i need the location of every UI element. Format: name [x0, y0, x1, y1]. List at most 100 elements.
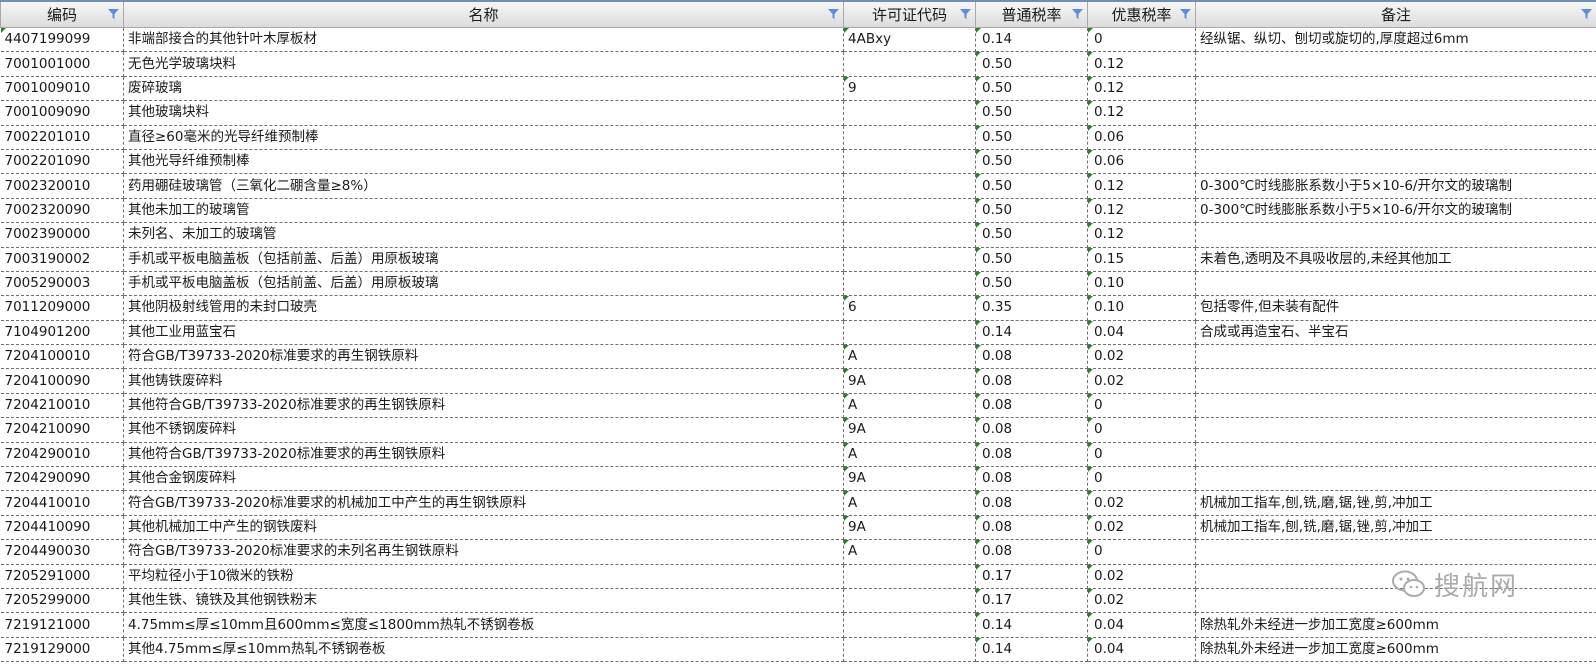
table-cell[interactable]: 9A	[843, 515, 976, 541]
table-cell[interactable]: 0-300℃时线膨胀系数小于5×10-6/开尔文的玻璃制	[1195, 198, 1596, 224]
table-cell[interactable]: 0.08	[975, 368, 1088, 394]
table-cell[interactable]: 0.02	[1087, 368, 1196, 394]
table-cell[interactable]: 其他未加工的玻璃管	[123, 198, 844, 224]
table-cell[interactable]	[1195, 149, 1596, 175]
table-cell[interactable]: 7104901200	[0, 320, 124, 346]
table-cell[interactable]: 7002320010	[0, 173, 124, 199]
table-cell[interactable]: 7002201010	[0, 125, 124, 150]
table-cell[interactable]	[1195, 100, 1596, 126]
column-header-code[interactable]: 编码	[0, 0, 124, 28]
table-cell[interactable]: 0.17	[975, 564, 1088, 589]
table-cell[interactable]: 4407199099	[0, 27, 124, 53]
table-cell[interactable]: 9A	[843, 417, 976, 443]
table-cell[interactable]	[1195, 368, 1596, 394]
column-header-normal-rate[interactable]: 普通税率	[975, 0, 1088, 28]
table-cell[interactable]: 手机或平板电脑盖板（包括前盖、后盖）用原板玻璃	[123, 247, 844, 272]
table-cell[interactable]: 0.14	[975, 320, 1088, 346]
table-cell[interactable]: 4.75mm≤厚≤10mm且600mm≤宽度≤1800mm热轧不锈钢卷板	[123, 612, 844, 638]
table-cell[interactable]: 0	[1087, 417, 1196, 443]
table-cell[interactable]: 4ABxy	[843, 27, 976, 53]
filter-icon[interactable]	[1180, 9, 1191, 19]
table-cell[interactable]: 其他玻璃块料	[123, 100, 844, 126]
column-header-remarks[interactable]: 备注	[1195, 0, 1596, 28]
table-cell[interactable]: 未着色,透明及不具吸收层的,未经其他加工	[1195, 247, 1596, 272]
table-cell[interactable]	[1195, 125, 1596, 150]
table-cell[interactable]: 6	[843, 295, 976, 321]
table-cell[interactable]: 0.15	[1087, 247, 1196, 272]
table-cell[interactable]: 0.50	[975, 100, 1088, 126]
table-cell[interactable]: 7219129000	[0, 637, 124, 663]
table-cell[interactable]: 经纵锯、纵切、刨切或旋切的,厚度超过6mm	[1195, 27, 1596, 53]
table-cell[interactable]: 0.02	[1087, 588, 1196, 614]
table-cell[interactable]: 7204100010	[0, 344, 124, 370]
table-cell[interactable]: 其他阴极射线管用的未封口玻壳	[123, 295, 844, 321]
table-cell[interactable]	[843, 100, 976, 126]
table-cell[interactable]: 0.08	[975, 490, 1088, 516]
table-cell[interactable]: 0.08	[975, 417, 1088, 443]
table-cell[interactable]: 9	[843, 76, 976, 102]
column-header-license-code[interactable]: 许可证代码	[843, 0, 976, 28]
table-cell[interactable]: 0.08	[975, 393, 1088, 419]
table-cell[interactable]	[1195, 76, 1596, 102]
table-cell[interactable]	[843, 637, 976, 663]
table-cell[interactable]	[1195, 271, 1596, 297]
table-cell[interactable]: 其他符合GB/T39733-2020标准要求的再生钢铁原料	[123, 442, 844, 468]
table-cell[interactable]: A	[843, 393, 976, 419]
table-cell[interactable]: 机械加工指车,刨,铣,磨,锯,锉,剪,冲加工	[1195, 515, 1596, 541]
table-cell[interactable]: 0.50	[975, 125, 1088, 150]
column-header-preferential-rate[interactable]: 优惠税率	[1087, 0, 1196, 28]
table-cell[interactable]: 0.50	[975, 271, 1088, 297]
table-cell[interactable]: 药用硼硅玻璃管（三氧化二硼含量≥8%）	[123, 173, 844, 199]
table-cell[interactable]: 7002390000	[0, 222, 124, 248]
table-cell[interactable]: 手机或平板电脑盖板（包括前盖、后盖）用原板玻璃	[123, 271, 844, 297]
table-cell[interactable]: 7204290010	[0, 442, 124, 468]
filter-icon[interactable]	[108, 9, 119, 19]
table-cell[interactable]	[843, 198, 976, 224]
table-cell[interactable]: 其他生铁、镜铁及其他钢铁粉末	[123, 588, 844, 614]
table-cell[interactable]: 0.02	[1087, 490, 1196, 516]
table-cell[interactable]	[1195, 417, 1596, 443]
table-cell[interactable]: 0.12	[1087, 100, 1196, 126]
table-cell[interactable]: 7204210010	[0, 393, 124, 419]
table-cell[interactable]: 0.14	[975, 637, 1088, 663]
table-cell[interactable]: 0.06	[1087, 125, 1196, 150]
table-cell[interactable]: 其他4.75mm≤厚≤10mm热轧不锈钢卷板	[123, 637, 844, 663]
table-cell[interactable]: 0.02	[1087, 515, 1196, 541]
table-cell[interactable]: 除热轧外未经进一步加工宽度≥600mm	[1195, 612, 1596, 638]
table-cell[interactable]: 0.08	[975, 466, 1088, 492]
table-cell[interactable]	[843, 51, 976, 77]
table-cell[interactable]: 7003190002	[0, 247, 124, 272]
table-cell[interactable]: 0	[1087, 539, 1196, 565]
table-cell[interactable]: 其他不锈钢废碎料	[123, 417, 844, 443]
table-cell[interactable]: 0.08	[975, 344, 1088, 370]
filter-icon[interactable]	[1072, 9, 1083, 19]
table-cell[interactable]: 0.12	[1087, 76, 1196, 102]
table-cell[interactable]: 7204490030	[0, 539, 124, 565]
table-cell[interactable]: 0.50	[975, 149, 1088, 175]
table-cell[interactable]	[843, 564, 976, 589]
table-cell[interactable]: 7204100090	[0, 368, 124, 394]
table-cell[interactable]	[1195, 344, 1596, 370]
table-cell[interactable]: 7002201090	[0, 149, 124, 175]
table-cell[interactable]: 0.50	[975, 173, 1088, 199]
table-cell[interactable]: 0.04	[1087, 637, 1196, 663]
table-cell[interactable]: 直径≥60毫米的光导纤维预制棒	[123, 125, 844, 150]
table-cell[interactable]: 0.17	[975, 588, 1088, 614]
table-cell[interactable]	[843, 173, 976, 199]
table-cell[interactable]: 0	[1087, 393, 1196, 419]
table-cell[interactable]: 7204210090	[0, 417, 124, 443]
table-cell[interactable]: 0	[1087, 27, 1196, 53]
table-cell[interactable]: 包括零件,但未装有配件	[1195, 295, 1596, 321]
table-cell[interactable]: 0.14	[975, 612, 1088, 638]
table-cell[interactable]: 9A	[843, 466, 976, 492]
table-cell[interactable]: 7001009090	[0, 100, 124, 126]
table-cell[interactable]: 7011209000	[0, 295, 124, 321]
table-cell[interactable]	[1195, 539, 1596, 565]
table-cell[interactable]: 0.04	[1087, 320, 1196, 346]
table-cell[interactable]: 其他工业用蓝宝石	[123, 320, 844, 346]
table-cell[interactable]: 未列名、未加工的玻璃管	[123, 222, 844, 248]
table-cell[interactable]: 其他机械加工中产生的钢铁废料	[123, 515, 844, 541]
table-cell[interactable]: A	[843, 490, 976, 516]
table-cell[interactable]	[843, 320, 976, 346]
table-cell[interactable]: 非端部接合的其他针叶木厚板材	[123, 27, 844, 53]
